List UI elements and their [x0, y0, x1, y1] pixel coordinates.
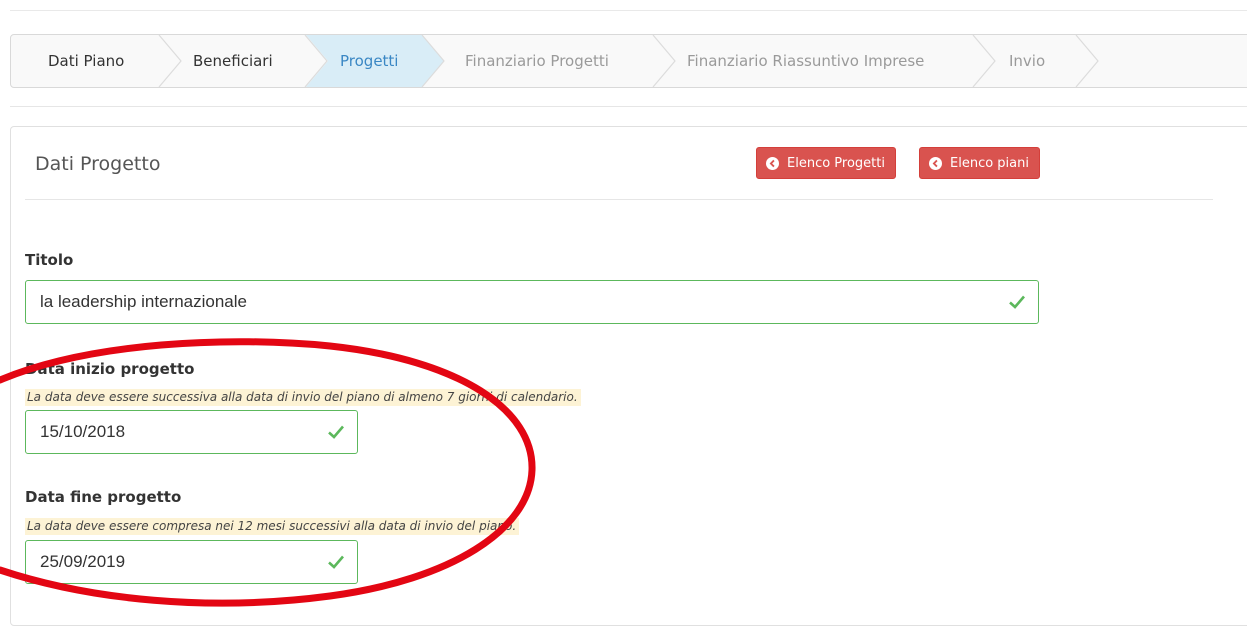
check-icon [328, 555, 344, 569]
arrow-circle-left-icon [929, 156, 942, 170]
data-fine-input[interactable]: 25/09/2019 [25, 540, 358, 584]
titolo-label: Titolo [25, 251, 74, 269]
check-icon [328, 425, 344, 439]
step-separator [1075, 35, 1099, 87]
section-divider [10, 106, 1247, 107]
step-progetti[interactable]: Progetti [340, 35, 398, 87]
elenco-progetti-button[interactable]: Elenco Progetti [756, 147, 896, 179]
step-separator [972, 35, 996, 87]
step-invio[interactable]: Invio [1009, 35, 1045, 87]
elenco-piani-button[interactable]: Elenco piani [919, 147, 1040, 179]
arrow-circle-left-icon [766, 156, 779, 170]
data-fine-value: 25/09/2019 [40, 552, 126, 571]
step-finanziario-progetti[interactable]: Finanziario Progetti [465, 35, 609, 87]
elenco-piani-label: Elenco piani [950, 155, 1029, 171]
titolo-value: la leadership internazionale [40, 292, 247, 311]
data-fine-label: Data fine progetto [25, 488, 182, 506]
step-finanziario-riassuntivo-imprese[interactable]: Finanziario Riassuntivo Imprese [687, 35, 924, 87]
data-inizio-label: Data inizio progetto [25, 360, 195, 378]
check-icon [1009, 295, 1025, 309]
step-dati-piano[interactable]: Dati Piano [48, 35, 124, 87]
wizard-steps: Dati Piano Beneficiari Progetti Finanzia… [10, 34, 1247, 88]
top-divider [10, 10, 1247, 11]
step-separator [158, 35, 182, 87]
elenco-progetti-label: Elenco Progetti [787, 155, 885, 171]
step-beneficiari[interactable]: Beneficiari [193, 35, 273, 87]
data-inizio-input[interactable]: 15/10/2018 [25, 410, 358, 454]
titolo-input[interactable]: la leadership internazionale [25, 280, 1039, 324]
data-inizio-value: 15/10/2018 [40, 422, 126, 441]
data-fine-hint: La data deve essere compresa nei 12 mesi… [25, 518, 520, 535]
data-inizio-hint: La data deve essere successiva alla data… [25, 389, 581, 406]
panel-header-divider [25, 199, 1213, 200]
step-separator [652, 35, 676, 87]
panel-title: Dati Progetto [35, 153, 161, 175]
